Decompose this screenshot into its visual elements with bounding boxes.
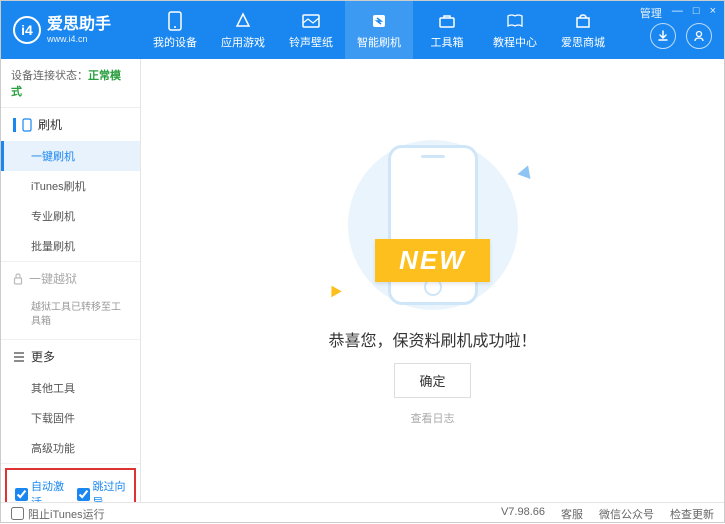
sidebar-more-header[interactable]: 更多 bbox=[1, 340, 140, 373]
nav-label: 教程中心 bbox=[493, 34, 537, 50]
main-content: NEW 恭喜您，保资料刷机成功啦！ 确定 查看日志 bbox=[141, 59, 724, 502]
nav-label: 应用游戏 bbox=[221, 34, 265, 50]
footer: 阻止iTunes运行 V7.98.66 客服 微信公众号 检查更新 bbox=[1, 502, 724, 524]
maximize-button[interactable]: □ bbox=[693, 5, 700, 21]
sidebar-flash-header[interactable]: 刷机 bbox=[1, 108, 140, 141]
flash-icon bbox=[369, 11, 389, 31]
nav-label: 我的设备 bbox=[153, 34, 197, 50]
main-nav: 我的设备 应用游戏 铃声壁纸 智能刷机 工具箱 教程中心 爱思商城 bbox=[141, 1, 724, 59]
new-ribbon: NEW bbox=[375, 239, 490, 282]
sidebar-jailbreak-header: 一键越狱 bbox=[1, 262, 140, 295]
sidebar-item-batch-flash[interactable]: 批量刷机 bbox=[1, 231, 140, 261]
nav-label: 智能刷机 bbox=[357, 34, 401, 50]
success-message: 恭喜您，保资料刷机成功啦！ bbox=[328, 327, 536, 351]
wechat-link[interactable]: 微信公众号 bbox=[599, 506, 654, 522]
sidebar-item-advanced[interactable]: 高级功能 bbox=[1, 433, 140, 463]
nav-apps-games[interactable]: 应用游戏 bbox=[209, 1, 277, 59]
download-button[interactable] bbox=[650, 23, 676, 49]
device-status: 设备连接状态：正常模式 bbox=[1, 59, 140, 108]
confirm-button[interactable]: 确定 bbox=[394, 363, 470, 398]
logo-icon: i4 bbox=[13, 16, 41, 44]
success-illustration: NEW bbox=[323, 135, 543, 315]
minimize-button[interactable]: — bbox=[672, 5, 683, 21]
triangle-icon bbox=[517, 163, 534, 179]
nav-tutorials[interactable]: 教程中心 bbox=[481, 1, 549, 59]
service-link[interactable]: 客服 bbox=[561, 506, 583, 522]
view-log-link[interactable]: 查看日志 bbox=[411, 410, 455, 426]
triangle-icon bbox=[326, 283, 341, 298]
sidebar-item-other-tools[interactable]: 其他工具 bbox=[1, 373, 140, 403]
phone-icon bbox=[165, 11, 185, 31]
nav-label: 爱思商城 bbox=[561, 34, 605, 50]
wallpaper-icon bbox=[301, 11, 321, 31]
store-icon bbox=[573, 11, 593, 31]
version-label: V7.98.66 bbox=[501, 506, 545, 522]
sidebar-item-onekey-flash[interactable]: 一键刷机 bbox=[1, 141, 140, 171]
settings-link[interactable]: 管理 bbox=[640, 5, 662, 21]
nav-ringtone-wallpaper[interactable]: 铃声壁纸 bbox=[277, 1, 345, 59]
nav-store[interactable]: 爱思商城 bbox=[549, 1, 617, 59]
jailbreak-note: 越狱工具已转移至工具箱 bbox=[1, 295, 140, 339]
auto-activate-checkbox[interactable]: 自动激活 bbox=[15, 478, 65, 502]
sidebar-item-pro-flash[interactable]: 专业刷机 bbox=[1, 201, 140, 231]
apps-icon bbox=[233, 11, 253, 31]
lock-icon bbox=[13, 273, 23, 285]
app-header: i4 爱思助手 www.i4.cn 我的设备 应用游戏 铃声壁纸 智能刷机 工具… bbox=[1, 1, 724, 59]
update-link[interactable]: 检查更新 bbox=[670, 506, 714, 522]
sidebar-item-itunes-flash[interactable]: iTunes刷机 bbox=[1, 171, 140, 201]
nav-smart-flash[interactable]: 智能刷机 bbox=[345, 1, 413, 59]
checkbox-highlight-area: 自动激活 跳过向导 bbox=[5, 468, 136, 502]
close-button[interactable]: × bbox=[710, 5, 716, 21]
sidebar: 设备连接状态：正常模式 刷机 一键刷机 iTunes刷机 专业刷机 批量刷机 一… bbox=[1, 59, 141, 502]
logo-area: i4 爱思助手 www.i4.cn bbox=[1, 15, 141, 45]
skip-guide-checkbox[interactable]: 跳过向导 bbox=[77, 478, 127, 502]
user-button[interactable] bbox=[686, 23, 712, 49]
header-right-buttons bbox=[650, 23, 712, 49]
window-controls: 管理 — □ × bbox=[640, 5, 716, 21]
status-label: 设备连接状态： bbox=[11, 70, 88, 82]
toolbox-icon bbox=[437, 11, 457, 31]
sidebar-item-download-firmware[interactable]: 下载固件 bbox=[1, 403, 140, 433]
nav-toolbox[interactable]: 工具箱 bbox=[413, 1, 481, 59]
list-icon bbox=[13, 352, 25, 362]
nav-label: 工具箱 bbox=[431, 34, 464, 50]
phone-icon bbox=[22, 118, 32, 132]
nav-label: 铃声壁纸 bbox=[289, 34, 333, 50]
block-itunes-checkbox[interactable]: 阻止iTunes运行 bbox=[11, 506, 105, 522]
book-icon bbox=[505, 11, 525, 31]
brand-name: 爱思助手 bbox=[47, 15, 111, 34]
brand-url: www.i4.cn bbox=[47, 34, 111, 45]
nav-my-device[interactable]: 我的设备 bbox=[141, 1, 209, 59]
